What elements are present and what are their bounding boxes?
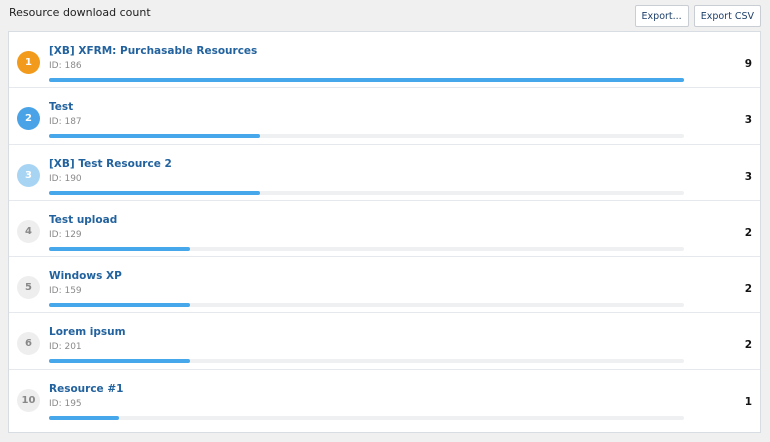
- resource-id: ID: 187: [49, 117, 82, 128]
- download-count: 3: [744, 170, 752, 183]
- resource-download-count-widget: Resource download count Export... Export…: [0, 0, 770, 442]
- download-bar-track: [49, 359, 684, 364]
- download-bar-track: [49, 134, 684, 139]
- page-title: Resource download count: [9, 6, 151, 19]
- resource-id: ID: 190: [49, 173, 82, 184]
- resource-id: ID: 201: [49, 342, 82, 353]
- rank-badge: 1: [17, 51, 40, 74]
- resource-id: ID: 129: [49, 229, 82, 240]
- download-bar-track: [49, 246, 684, 251]
- rank-badge: 3: [17, 163, 40, 187]
- export-button[interactable]: Export...: [634, 5, 689, 27]
- resource-id: ID: 159: [49, 286, 82, 297]
- download-bar-fill: [49, 303, 190, 308]
- download-bar-fill: [49, 246, 190, 251]
- download-bar-fill: [49, 359, 190, 364]
- resource-title-link[interactable]: Windows XP: [49, 270, 122, 282]
- download-count: 3: [744, 114, 752, 127]
- download-bar-track: [49, 78, 684, 82]
- list-item: 5 Windows XP ID: 159 2: [9, 257, 760, 314]
- download-bar-fill: [49, 190, 261, 195]
- list-item: 6 Lorem ipsum ID: 201 2: [9, 313, 760, 370]
- download-count: 2: [744, 339, 752, 352]
- toolbar: Export... Export CSV: [634, 5, 761, 27]
- download-bar-fill: [49, 134, 261, 139]
- download-count: 1: [744, 395, 752, 408]
- resource-title-link[interactable]: Resource #1: [49, 383, 123, 395]
- resource-title-link[interactable]: Lorem ipsum: [49, 326, 126, 338]
- rank-badge: 5: [17, 276, 40, 300]
- rank-badge: 10: [17, 388, 40, 412]
- download-bar-track: [49, 415, 684, 420]
- download-bar-fill: [49, 78, 684, 82]
- list-item: 3 [XB] Test Resource 2 ID: 190 3: [9, 145, 760, 201]
- rank-badge: 2: [17, 107, 40, 131]
- resource-title-link[interactable]: Test: [49, 101, 73, 113]
- download-bar-track: [49, 303, 684, 308]
- list-item: 2 Test ID: 187 3: [9, 88, 760, 145]
- resource-id: ID: 195: [49, 398, 82, 409]
- list-item: 4 Test upload ID: 129 2: [9, 201, 760, 258]
- resource-list: 1 [XB] XFRM: Purchasable Resources ID: 1…: [8, 31, 761, 433]
- download-count: 2: [744, 283, 752, 296]
- list-item: 10 Resource #1 ID: 195 1: [9, 370, 760, 426]
- download-bar-fill: [49, 415, 120, 420]
- resource-title-link[interactable]: [XB] Test Resource 2: [49, 158, 172, 170]
- rank-badge: 6: [17, 332, 40, 356]
- download-bar-track: [49, 190, 684, 195]
- export-csv-button[interactable]: Export CSV: [693, 5, 761, 27]
- resource-title-link[interactable]: Test upload: [49, 214, 117, 226]
- rank-badge: 4: [17, 219, 40, 243]
- resource-id: ID: 186: [49, 61, 82, 71]
- list-item: 1 [XB] XFRM: Purchasable Resources ID: 1…: [9, 32, 760, 89]
- resource-title-link[interactable]: [XB] XFRM: Purchasable Resources: [49, 45, 257, 57]
- download-count: 9: [744, 58, 752, 70]
- download-count: 2: [744, 226, 752, 239]
